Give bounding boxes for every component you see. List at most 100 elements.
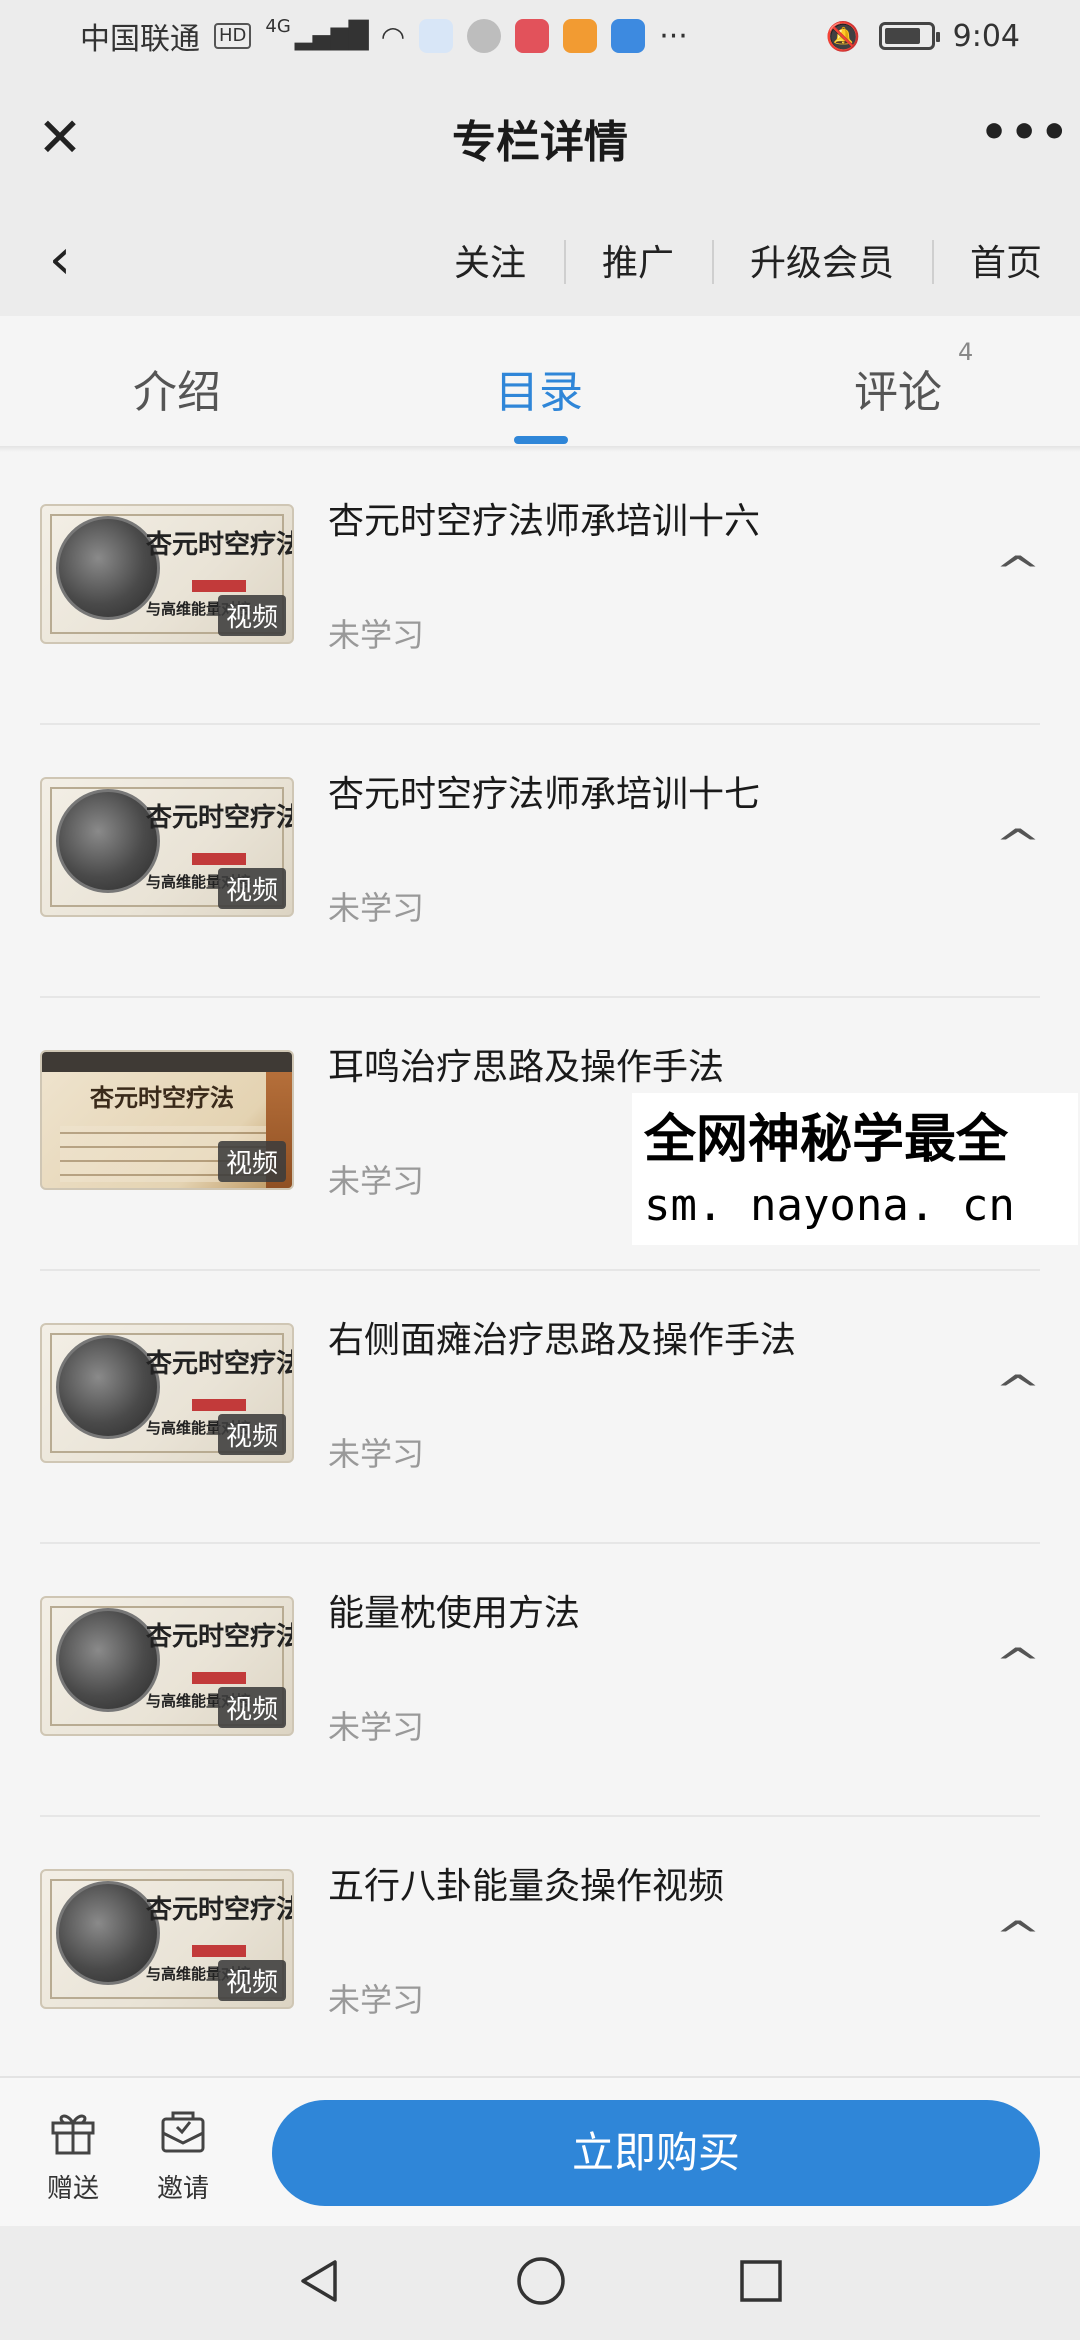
thumbnail-topband [42, 1052, 292, 1072]
item-status: 未学习 [328, 1708, 425, 1746]
app-icon-red [515, 19, 550, 53]
thumbnail-title: 杏元时空疗法 [146, 1349, 294, 1379]
chevron-up-icon[interactable]: ^ [987, 1644, 1049, 1684]
video-thumbnail: 杏元时空疗法 视频 [40, 1050, 294, 1190]
thumbnail-title: 杏元时空疗法 [146, 1622, 294, 1652]
signal-icon: ▂▄▆█ [294, 21, 369, 51]
chevron-up-icon[interactable]: ^ [987, 1917, 1049, 1957]
thumbnail-title: 杏元时空疗法 [90, 1083, 234, 1112]
status-bar: 中国联通 HD 4G ▂▄▆█ ◠ ··· 🔕 9:04 [0, 0, 1080, 72]
item-title: 杏元时空疗法师承培训十六 [328, 501, 761, 542]
thumbnail-portrait [56, 789, 160, 893]
action-bar: 赠送 邀请 立即购买 [0, 2076, 1080, 2226]
video-thumbnail: 杏元时空疗法 与高维能量对接 视频 [40, 1323, 294, 1463]
app-icon-clouds [419, 19, 454, 53]
invite-button[interactable]: 邀请 [138, 2102, 228, 2205]
video-thumbnail: 杏元时空疗法 与高维能量对接 视频 [40, 1869, 294, 2009]
watermark-overlay: 全网神秘学最全 sm. nayona. cn [632, 1093, 1078, 1245]
video-tag: 视频 [217, 868, 286, 909]
nav-link-promote[interactable]: 推广 [563, 234, 712, 286]
video-thumbnail: 杏元时空疗法 与高维能量对接 视频 [40, 1596, 294, 1736]
item-status: 未学习 [328, 889, 425, 927]
item-title: 右侧面瘫治疗思路及操作手法 [328, 1320, 797, 1361]
wifi-icon: ◠ [380, 19, 406, 53]
list-item[interactable]: 杏元时空疗法 与高维能量对接 视频 杏元时空疗法师承培训十六 未学习 ^ [0, 452, 1080, 725]
battery-level [884, 28, 920, 44]
app-icon-video [563, 19, 598, 53]
item-status: 未学习 [328, 1981, 425, 2019]
network-label: 4G [265, 15, 291, 37]
tab-comments[interactable]: 评论 [854, 356, 942, 420]
video-thumbnail: 杏元时空疗法 与高维能量对接 视频 [40, 504, 294, 644]
back-triangle-icon[interactable] [295, 2256, 345, 2310]
thumbnail-portrait [56, 1608, 160, 1712]
video-tag: 视频 [217, 1141, 286, 1182]
system-nav-bar [0, 2226, 1080, 2340]
video-tag: 视频 [217, 595, 286, 636]
thumbnail-seal [192, 853, 246, 865]
thumbnail-title: 杏元时空疗法 [146, 530, 294, 560]
item-title: 能量枕使用方法 [328, 1593, 581, 1634]
nav-link-upgrade[interactable]: 升级会员 [711, 234, 932, 286]
chevron-up-icon[interactable]: ^ [987, 1371, 1049, 1411]
tab-catalog[interactable]: 目录 [495, 356, 583, 420]
video-thumbnail: 杏元时空疗法 与高维能量对接 视频 [40, 777, 294, 917]
app-icon-bulb [611, 19, 646, 53]
thumbnail-portrait [56, 1881, 160, 1985]
more-notifications-icon: ··· [659, 18, 688, 54]
item-title: 耳鸣治疗思路及操作手法 [328, 1047, 725, 1088]
list-item[interactable]: 杏元时空疗法 与高维能量对接 视频 杏元时空疗法师承培训十七 未学习 ^ [0, 725, 1080, 998]
thumbnail-title: 杏元时空疗法 [146, 1895, 294, 1925]
envelope-icon [138, 2102, 228, 2162]
thumbnail-portrait [56, 1335, 160, 1439]
video-tag: 视频 [217, 1414, 286, 1455]
hd-badge: HD [214, 23, 252, 49]
thumbnail-title: 杏元时空疗法 [146, 803, 294, 833]
chevron-up-icon[interactable]: ^ [987, 825, 1049, 865]
page-title: 专栏详情 [452, 117, 628, 168]
nav-links: 关注 推广 升级会员 首页 [416, 204, 1080, 316]
chevron-left-icon[interactable]: ‹ [30, 228, 90, 292]
thumbnail-portrait [56, 516, 160, 620]
chevron-up-icon[interactable]: ^ [987, 552, 1049, 592]
item-title: 杏元时空疗法师承培训十七 [328, 774, 761, 815]
video-tag: 视频 [217, 1687, 286, 1728]
mute-icon: 🔕 [825, 19, 861, 53]
battery-icon [878, 22, 940, 50]
close-icon[interactable]: ✕ [30, 108, 90, 168]
watermark-line1: 全网神秘学最全 [644, 1110, 1009, 1170]
home-circle-icon[interactable] [514, 2254, 568, 2312]
list-item[interactable]: 杏元时空疗法 与高维能量对接 视频 右侧面瘫治疗思路及操作手法 未学习 ^ [0, 1271, 1080, 1544]
gift-icon [28, 2102, 118, 2162]
tab-active-indicator [514, 436, 568, 444]
recents-square-icon[interactable] [737, 2257, 785, 2309]
item-title: 五行八卦能量灸操作视频 [328, 1866, 725, 1907]
nav-link-follow[interactable]: 关注 [416, 234, 564, 286]
list-item[interactable]: 杏元时空疗法 与高维能量对接 视频 五行八卦能量灸操作视频 未学习 ^ [0, 1817, 1080, 2090]
thumbnail-seal [192, 1672, 246, 1684]
nav-link-home[interactable]: 首页 [931, 234, 1080, 286]
item-status: 未学习 [328, 1162, 425, 1200]
more-icon[interactable]: ••• [980, 108, 1068, 168]
list-item[interactable]: 杏元时空疗法 与高维能量对接 视频 能量枕使用方法 未学习 ^ [0, 1544, 1080, 1817]
watermark-line2: sm. nayona. cn [644, 1180, 1015, 1231]
comment-count-badge: 4 [958, 338, 974, 366]
nav-row: ‹ 关注 推广 升级会员 首页 [0, 204, 1080, 316]
video-tag: 视频 [217, 1960, 286, 2001]
invite-label: 邀请 [156, 2174, 209, 2204]
thumbnail-seal [192, 1399, 246, 1411]
tab-bar: 介绍 目录 评论 4 [0, 316, 1080, 446]
gift-button[interactable]: 赠送 [28, 2102, 118, 2205]
gift-label: 赠送 [46, 2174, 99, 2204]
item-status: 未学习 [328, 1435, 425, 1473]
carrier-label: 中国联通 [80, 22, 200, 57]
item-status: 未学习 [328, 616, 425, 654]
title-bar: ✕ 专栏详情 ••• [0, 72, 1080, 204]
buy-now-button[interactable]: 立即购买 [272, 2100, 1040, 2206]
tab-intro[interactable]: 介绍 [133, 356, 221, 420]
wechat-icon [467, 19, 502, 53]
thumbnail-seal [192, 580, 246, 592]
clock: 9:04 [952, 18, 1020, 54]
thumbnail-seal [192, 1945, 246, 1957]
catalog-list: 杏元时空疗法 与高维能量对接 视频 杏元时空疗法师承培训十六 未学习 ^ 杏元时… [0, 452, 1080, 2090]
